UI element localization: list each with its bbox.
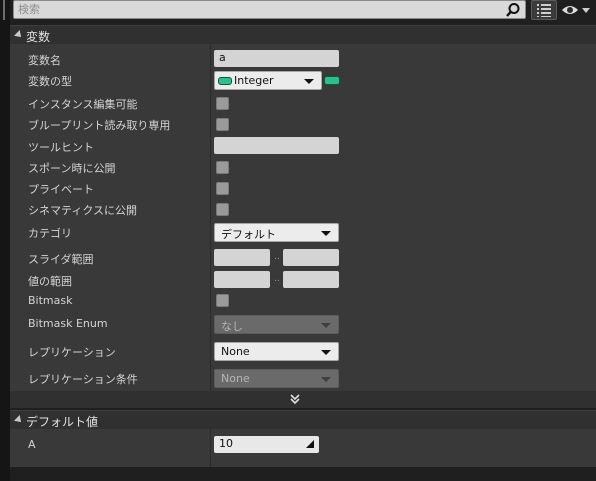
value-range-min-input[interactable] (214, 271, 270, 288)
property-row-expose-cinematics: シネマティクスに公開 (10, 198, 596, 219)
expose-on-spawn-label: スポーン時に公開 (28, 162, 116, 175)
bitmask-enum-dropdown[interactable]: なし (214, 315, 339, 334)
replication-label: レプリケーション (28, 346, 116, 359)
property-row-slider-range: スライダ範囲 .. (10, 245, 596, 268)
chevron-down-icon (321, 323, 331, 328)
default-a-value: 10 (219, 437, 233, 450)
chevron-down-icon (321, 377, 331, 382)
blueprint-readonly-checkbox[interactable] (216, 118, 229, 131)
replication-condition-label: レプリケーション条件 (28, 373, 138, 386)
section-title: デフォルト値 (26, 415, 99, 429)
variable-type-value: Integer (234, 74, 274, 87)
category-label: カテゴリ (28, 227, 72, 240)
variable-type-label: 変数の型 (28, 75, 72, 88)
variable-name-label: 変数名 (28, 54, 61, 67)
instance-editable-label: インスタンス編集可能 (28, 98, 138, 111)
double-chevron-down-icon (290, 394, 300, 405)
default-a-label: A (28, 438, 36, 451)
property-row-blueprint-readonly: ブループリント読み取り専用 (10, 113, 596, 134)
integer-type-pill-icon (218, 77, 232, 85)
private-label: プライベート (28, 183, 94, 196)
property-row-variable-name: 変数名 a (10, 48, 596, 70)
panel-edge-marker (3, 0, 5, 20)
property-row-replication-condition: レプリケーション条件 None (10, 364, 596, 391)
value-range-max-input[interactable] (283, 271, 339, 288)
replication-value: None (221, 345, 250, 358)
range-separator: .. (274, 252, 280, 262)
property-row-expose-on-spawn: スポーン時に公開 (10, 156, 596, 177)
slider-range-max-input[interactable] (283, 249, 339, 266)
collapse-triangle-icon (14, 415, 24, 425)
replication-condition-value: None (221, 372, 250, 385)
bitmask-checkbox[interactable] (216, 294, 229, 307)
search-icon[interactable] (505, 2, 521, 18)
property-row-bitmask-enum: Bitmask Enum なし (10, 312, 596, 337)
value-range-label: 値の範囲 (28, 275, 72, 288)
slider-range-label: スライダ範囲 (28, 253, 94, 266)
section-title: 変数 (26, 30, 51, 44)
property-row-tooltip: ツールヒント (10, 134, 596, 156)
tooltip-input[interactable] (214, 137, 339, 154)
instance-editable-checkbox[interactable] (216, 97, 229, 110)
left-panel-edge (0, 0, 10, 481)
expose-on-spawn-checkbox[interactable] (216, 161, 229, 174)
variable-name-input[interactable]: a (214, 50, 339, 67)
property-row-private: プライベート (10, 177, 596, 198)
category-dropdown[interactable]: デフォルト (214, 223, 339, 242)
default-value-panel: A 10 (10, 429, 596, 467)
search-bar (13, 0, 526, 19)
variable-section-header[interactable]: 変数 (10, 25, 596, 44)
blueprint-readonly-label: ブループリント読み取り専用 (28, 119, 171, 132)
range-separator: .. (274, 274, 280, 284)
variable-properties-panel: 変数名 a 変数の型 Integer インスタンス編集可能 ブループリント読み取… (10, 44, 596, 391)
bitmask-label: Bitmask (28, 294, 73, 307)
expose-cinematics-label: シネマティクスに公開 (28, 204, 138, 217)
private-checkbox[interactable] (216, 182, 229, 195)
default-a-input[interactable]: 10 (214, 436, 319, 453)
drag-value-icon[interactable] (306, 440, 314, 448)
property-row-category: カテゴリ デフォルト (10, 219, 596, 245)
collapse-triangle-icon (14, 30, 24, 40)
list-view-icon (537, 4, 551, 17)
bitmask-enum-label: Bitmask Enum (28, 317, 108, 330)
search-input[interactable] (18, 2, 498, 17)
replication-condition-dropdown[interactable]: None (214, 369, 339, 388)
visibility-options-button[interactable] (560, 0, 592, 20)
container-type-icon[interactable] (324, 76, 340, 85)
eye-icon (562, 6, 590, 14)
advanced-expander[interactable] (10, 391, 596, 408)
property-row-replication: レプリケーション None (10, 337, 596, 364)
property-row-bitmask: Bitmask (10, 290, 596, 312)
bitmask-enum-value: なし (221, 320, 243, 333)
variable-type-dropdown[interactable]: Integer (214, 71, 322, 90)
chevron-down-icon (321, 350, 331, 355)
chevron-down-icon (321, 231, 331, 236)
tooltip-label: ツールヒント (28, 141, 94, 154)
expose-cinematics-checkbox[interactable] (216, 203, 229, 216)
list-view-button[interactable] (531, 0, 557, 20)
property-row-a: A 10 (10, 433, 596, 455)
chevron-down-icon (304, 79, 314, 84)
category-value: デフォルト (221, 228, 276, 241)
property-row-instance-editable: インスタンス編集可能 (10, 92, 596, 113)
property-row-variable-type: 変数の型 Integer (10, 70, 596, 92)
replication-dropdown[interactable]: None (214, 342, 339, 361)
default-value-section-header[interactable]: デフォルト値 (10, 410, 596, 429)
slider-range-min-input[interactable] (214, 249, 270, 266)
property-row-value-range: 値の範囲 .. (10, 268, 596, 290)
